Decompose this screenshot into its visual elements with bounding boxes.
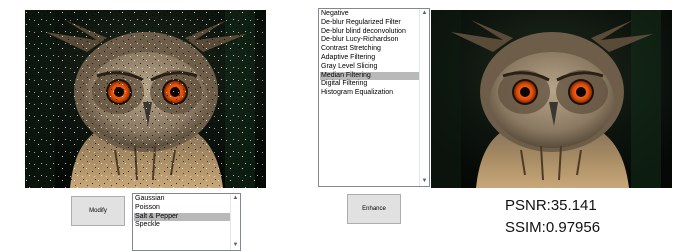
scroll-up-arrow-icon[interactable]: ▲ xyxy=(232,195,239,202)
filter-option[interactable]: Negative xyxy=(320,10,428,19)
filter-option[interactable]: Adaptive Filtering xyxy=(320,54,428,63)
filter-list-scrollbar[interactable]: ▲ ▼ xyxy=(419,9,429,186)
filter-option[interactable]: Histogram Equalization xyxy=(320,89,428,98)
owl-photo-noisy xyxy=(25,10,266,188)
filter-option[interactable]: Digital Filtering xyxy=(320,80,428,89)
input-image-panel xyxy=(25,10,266,188)
owl-photo-restored xyxy=(431,10,672,188)
noise-option-selected[interactable]: Salt & Pepper xyxy=(134,212,239,222)
scroll-up-arrow-icon[interactable]: ▲ xyxy=(421,10,428,17)
filter-method-options: Negative De-blur Regularized Filter De-b… xyxy=(319,9,429,98)
psnr-value: PSNR:35.141 xyxy=(505,197,597,214)
noise-option[interactable]: Poisson xyxy=(134,204,239,213)
filter-option[interactable]: De-blur blind deconvolution xyxy=(320,28,428,37)
filter-option[interactable]: Contrast Stretching xyxy=(320,45,428,54)
noise-list-scrollbar[interactable]: ▲ ▼ xyxy=(230,194,240,250)
filter-method-listbox[interactable]: Negative De-blur Regularized Filter De-b… xyxy=(318,8,430,187)
noise-option[interactable]: Gaussian xyxy=(134,195,239,204)
filter-option-selected[interactable]: Median Filtering xyxy=(320,71,428,81)
noise-type-listbox[interactable]: Gaussian Poisson Salt & Pepper Speckle ▲… xyxy=(132,193,241,251)
enhance-button[interactable]: Enhance xyxy=(347,194,401,224)
filter-option[interactable]: Gray Level Slicing xyxy=(320,63,428,72)
filter-option[interactable]: De-blur Lucy-Richardson xyxy=(320,36,428,45)
scroll-down-arrow-icon[interactable]: ▼ xyxy=(232,242,239,249)
scroll-down-arrow-icon[interactable]: ▼ xyxy=(421,178,428,185)
noise-type-options: Gaussian Poisson Salt & Pepper Speckle xyxy=(133,194,240,230)
noise-option[interactable]: Speckle xyxy=(134,221,239,230)
output-image-panel xyxy=(431,10,672,188)
ssim-value: SSIM:0.97956 xyxy=(505,219,601,236)
modify-button[interactable]: Modify xyxy=(71,196,125,226)
filter-option[interactable]: De-blur Regularized Filter xyxy=(320,19,428,28)
